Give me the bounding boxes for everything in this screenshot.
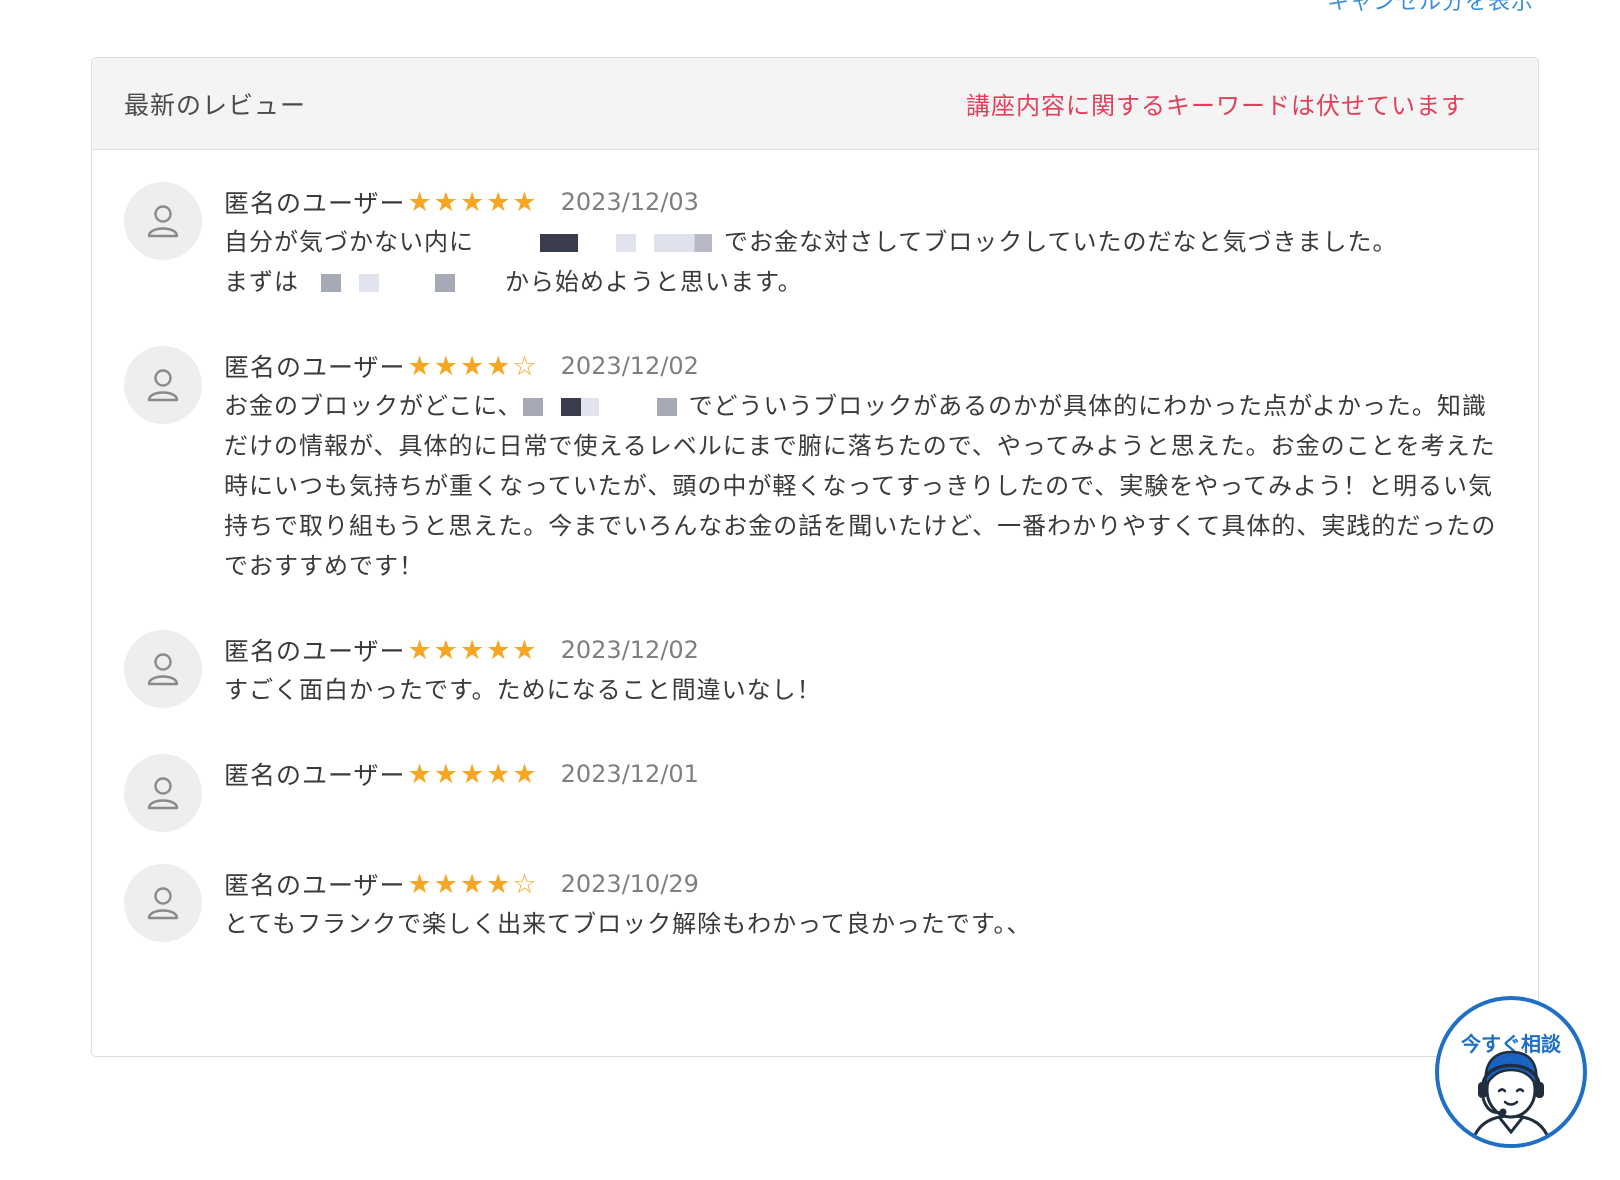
star-filled-icon: ★ (407, 186, 432, 218)
star-filled-icon: ★ (433, 868, 458, 900)
review-date: 2023/12/01 (560, 760, 699, 788)
redacted-keyword (435, 274, 455, 292)
review-item: 匿名のユーザー ★ ★ ★ ★ ★ 2023/12/02 すごく面白かったです。ためにな… (124, 630, 1498, 710)
star-filled-icon: ★ (459, 186, 485, 218)
redacted-keyword (636, 398, 657, 416)
review-text: とてもフランクで楽しく出来てブロック解除もわかって良かったです。、 (224, 910, 1032, 938)
user-icon (147, 653, 179, 686)
redacted-keyword (654, 234, 712, 252)
review-text: 自分が気づかない内に でお金な対さしてブロックしていたのだなと気づきました。 まず… (224, 228, 1398, 296)
star-filled-icon: ★ (433, 758, 458, 790)
star-rating: ★ ★ ★ ★ ☆ (408, 353, 539, 380)
avatar (124, 346, 202, 424)
star-filled-icon: ★ (459, 758, 485, 790)
avatar (124, 864, 202, 942)
review-item: 匿名のユーザー ★ ★ ★ ★ ☆ 2023/10/29 とてもフランクで楽しく出来てブ… (124, 864, 1498, 944)
review-user-name: 匿名のユーザー (224, 189, 406, 218)
user-icon (147, 777, 179, 810)
star-filled-icon: ★ (433, 350, 458, 382)
review-user-name: 匿名のユーザー (224, 761, 406, 790)
review-date: 2023/12/02 (560, 636, 699, 664)
star-filled-icon: ★ (433, 186, 458, 218)
star-empty-icon: ☆ (512, 350, 537, 382)
redacted-keyword (359, 274, 379, 292)
star-empty-icon: ☆ (512, 868, 537, 900)
redacted-keyword (580, 398, 599, 416)
review-item: 匿名のユーザー ★ ★ ★ ★ ☆ 2023/12/02 お金のブロックがどこに、 でどう… (124, 346, 1498, 586)
star-filled-icon: ★ (459, 868, 485, 900)
redacted-keyword (540, 234, 578, 252)
star-filled-icon: ★ (512, 758, 537, 790)
card-title: 最新のレビュー (124, 90, 307, 120)
review-item: 匿名のユーザー ★ ★ ★ ★ ★ 2023/12/03 自分が気づかない内に でお金な対… (124, 182, 1498, 302)
review-date: 2023/10/29 (560, 870, 699, 898)
review-list: 匿名のユーザー ★ ★ ★ ★ ★ 2023/12/03 自分が気づかない内に でお金な対… (92, 150, 1538, 944)
review-text: すごく面白かったです。ためになること間違いなし！ (224, 676, 822, 704)
star-filled-icon: ★ (407, 350, 432, 382)
avatar (124, 630, 202, 708)
star-filled-icon: ★ (486, 186, 511, 218)
card-header: 最新のレビュー 講座内容に関するキーワードは伏せています (92, 58, 1538, 150)
star-filled-icon: ★ (486, 758, 511, 790)
star-filled-icon: ★ (512, 186, 537, 218)
review-user-name: 匿名のユーザー (224, 871, 406, 900)
star-filled-icon: ★ (459, 634, 485, 666)
user-icon (147, 205, 179, 238)
star-rating: ★ ★ ★ ★ ★ (408, 761, 539, 788)
redacted-keyword (321, 274, 341, 292)
avatar (124, 754, 202, 832)
review-date: 2023/12/02 (560, 352, 699, 380)
star-filled-icon: ★ (512, 634, 537, 666)
consult-now-button[interactable]: 今すぐ相談 (1435, 996, 1587, 1148)
redacted-keyword (560, 398, 581, 416)
review-date: 2023/12/03 (560, 188, 699, 216)
star-filled-icon: ★ (459, 350, 485, 382)
review-user-name: 匿名のユーザー (224, 353, 406, 382)
star-filled-icon: ★ (486, 350, 511, 382)
star-rating: ★ ★ ★ ★ ☆ (408, 871, 539, 898)
user-icon (147, 887, 179, 920)
support-operator-icon (1470, 1050, 1552, 1144)
review-user-name: 匿名のユーザー (224, 637, 406, 666)
star-filled-icon: ★ (407, 634, 432, 666)
user-icon (147, 369, 179, 402)
star-filled-icon: ★ (486, 634, 511, 666)
redacted-keyword (522, 398, 543, 416)
show-cancelled-link[interactable]: キャンセル分を表示 (1327, 0, 1534, 16)
star-rating: ★ ★ ★ ★ ★ (408, 189, 539, 216)
star-filled-icon: ★ (486, 868, 511, 900)
star-filled-icon: ★ (433, 634, 458, 666)
review-item: 匿名のユーザー ★ ★ ★ ★ ★ 2023/12/01 (124, 754, 1498, 832)
redacted-keyword (616, 234, 636, 252)
redacted-keyword (656, 398, 677, 416)
star-filled-icon: ★ (407, 758, 432, 790)
latest-reviews-card: 最新のレビュー 講座内容に関するキーワードは伏せています 匿名のユーザー ★ ★ ★… (91, 57, 1539, 1057)
star-rating: ★ ★ ★ ★ ★ (408, 637, 539, 664)
star-filled-icon: ★ (407, 868, 432, 900)
keyword-masked-notice: 講座内容に関するキーワードは伏せています (966, 92, 1466, 120)
avatar (124, 182, 202, 260)
review-text: お金のブロックがどこに、 でどういうブロックがあるのかが具体的にわかった点がよかっ… (224, 392, 1497, 580)
